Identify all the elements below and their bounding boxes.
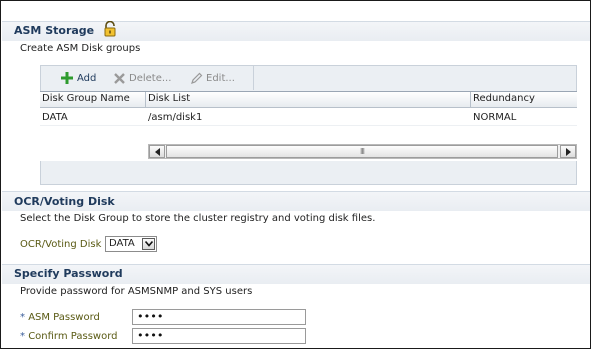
cell-disk-group-name: DATA	[42, 112, 68, 123]
scrollbar-thumb[interactable]: III	[166, 145, 558, 158]
ocr-voting-title: OCR/Voting Disk	[14, 195, 115, 208]
arrow-left-icon	[154, 147, 160, 156]
confirm-password-field[interactable]: ••••	[132, 328, 306, 344]
column-header-redundancy[interactable]: Redundancy	[473, 93, 535, 104]
asm-password-field[interactable]: ••••	[132, 309, 306, 325]
cell-redundancy: NORMAL	[473, 112, 517, 123]
ocr-voting-description: Select the Disk Group to store the clust…	[20, 213, 376, 224]
asm-password-label-text: ASM Password	[28, 312, 100, 323]
asm-password-label: * ASM Password	[20, 312, 100, 323]
column-header-disk-list[interactable]: Disk List	[148, 93, 190, 104]
cell-disk-list: /asm/disk1	[148, 112, 203, 123]
row-divider	[40, 125, 577, 126]
column-header-disk-group-name[interactable]: Disk Group Name	[42, 93, 130, 104]
delete-button[interactable]: Delete...	[113, 71, 171, 85]
asm-storage-title: ASM Storage	[14, 24, 95, 37]
dropdown-button[interactable]	[142, 238, 155, 250]
required-marker: *	[20, 331, 25, 342]
ocr-voting-select-value: DATA	[109, 238, 135, 249]
confirm-password-label-text: Confirm Password	[28, 331, 118, 342]
specify-password-title: Specify Password	[14, 267, 123, 280]
ocr-voting-select[interactable]: DATA	[105, 236, 157, 252]
delete-button-label: Delete...	[129, 72, 172, 84]
pencil-icon	[191, 72, 203, 84]
add-button[interactable]: Add	[60, 71, 96, 85]
column-divider[interactable]	[470, 92, 471, 108]
edit-button[interactable]: Edit...	[190, 71, 235, 85]
disk-group-toolbar: Add Delete... Edit...	[40, 65, 254, 90]
arrow-right-icon	[565, 147, 571, 156]
asm-config-panel: ASM Storage Create ASM Disk groups Add D…	[0, 0, 591, 349]
table-header: Disk Group Name Disk List Redundancy	[40, 92, 577, 108]
confirm-password-label: * Confirm Password	[20, 331, 118, 342]
chevron-down-icon	[144, 241, 153, 247]
add-icon	[61, 72, 73, 84]
horizontal-scrollbar[interactable]: III	[148, 144, 577, 159]
scroll-right-button[interactable]	[560, 145, 576, 158]
specify-password-description: Provide password for ASMSNMP and SYS use…	[20, 286, 253, 297]
edit-button-label: Edit...	[206, 72, 235, 84]
column-divider[interactable]	[145, 92, 146, 108]
scroll-left-button[interactable]	[149, 145, 165, 158]
add-button-label: Add	[77, 72, 97, 84]
required-marker: *	[20, 312, 25, 323]
lock-icon	[104, 21, 116, 37]
asm-storage-description: Create ASM Disk groups	[20, 43, 141, 54]
delete-icon	[114, 72, 125, 84]
ocr-voting-label: OCR/Voting Disk	[20, 239, 102, 250]
